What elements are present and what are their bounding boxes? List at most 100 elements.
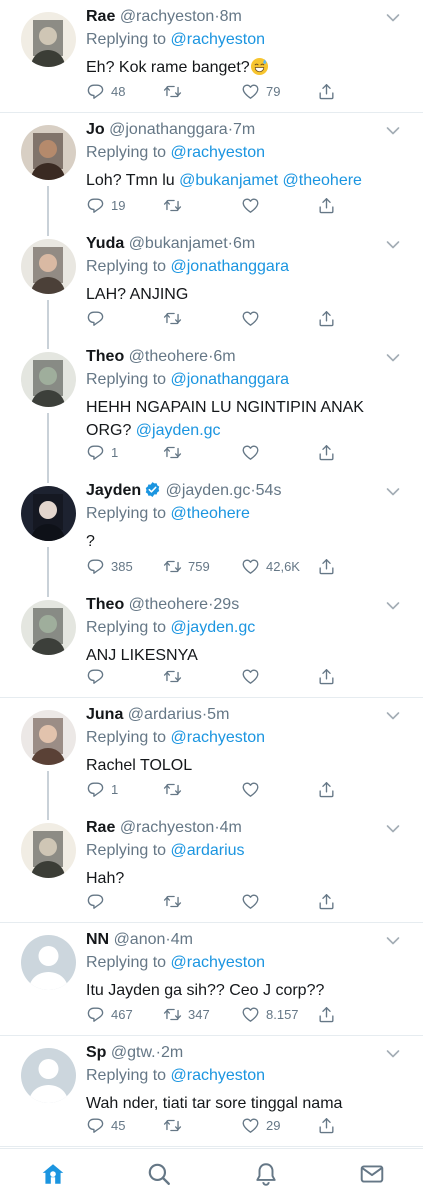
user-handle[interactable]: @jayden.gc — [166, 482, 251, 499]
avatar[interactable] — [21, 239, 76, 294]
like-button[interactable]: 29 — [241, 1114, 280, 1136]
user-handle[interactable]: @gtw. — [111, 1044, 156, 1061]
reply-button[interactable]: 467 — [86, 1003, 133, 1025]
chevron-down-icon[interactable] — [386, 711, 400, 721]
replying-to-link[interactable]: @ardarius — [171, 842, 245, 859]
display-name[interactable]: Yuda — [86, 235, 124, 252]
avatar[interactable] — [21, 600, 76, 655]
like-button[interactable] — [241, 778, 260, 800]
user-handle[interactable]: @ardarius — [128, 706, 202, 723]
tab-home[interactable] — [40, 1161, 66, 1187]
timestamp[interactable]: 2m — [161, 1044, 183, 1061]
mention-link[interactable]: @jayden.gc — [136, 422, 221, 439]
reply-tweet[interactable]: Sp @gtw.·2m Replying to @rachyeston Wah nd… — [0, 1036, 423, 1147]
reply-button[interactable] — [86, 665, 105, 687]
display-name[interactable]: Jayden — [86, 482, 141, 499]
like-button[interactable]: 8.157 — [241, 1003, 299, 1025]
display-name[interactable]: Theo — [86, 348, 124, 365]
replying-to-link[interactable]: @rachyeston — [171, 729, 266, 746]
share-button[interactable] — [317, 555, 336, 577]
display-name[interactable]: NN — [86, 931, 109, 948]
replying-to-link[interactable]: @rachyeston — [171, 1067, 266, 1084]
replying-to-link[interactable]: @rachyeston — [171, 144, 266, 161]
like-button[interactable] — [241, 890, 260, 912]
retweet-button[interactable] — [163, 665, 182, 687]
retweet-button[interactable] — [163, 1114, 182, 1136]
replying-to-link[interactable]: @jonathanggara — [171, 371, 290, 388]
chevron-down-icon[interactable] — [386, 13, 400, 23]
reply-button[interactable]: 45 — [86, 1114, 125, 1136]
reply-tweet[interactable]: Juna @ardarius·5m Replying to @rachyeston… — [0, 698, 423, 820]
retweet-button[interactable] — [163, 778, 182, 800]
timestamp[interactable]: 5m — [207, 706, 229, 723]
share-button[interactable] — [317, 665, 336, 687]
replying-to-link[interactable]: @rachyeston — [171, 31, 266, 48]
timestamp[interactable]: 29s — [213, 596, 239, 613]
user-handle[interactable]: @theohere — [129, 596, 208, 613]
chevron-down-icon[interactable] — [386, 487, 400, 497]
display-name[interactable]: Theo — [86, 596, 124, 613]
tab-messages[interactable] — [359, 1161, 385, 1187]
timestamp[interactable]: 4m — [171, 931, 193, 948]
avatar[interactable] — [21, 710, 76, 765]
avatar[interactable] — [21, 352, 76, 407]
display-name[interactable]: Sp — [86, 1044, 106, 1061]
like-button[interactable] — [241, 441, 260, 463]
chevron-down-icon[interactable] — [386, 824, 400, 834]
timestamp[interactable]: 54s — [256, 482, 282, 499]
timestamp[interactable]: 6m — [213, 348, 235, 365]
reply-tweet[interactable]: Yuda @bukanjamet·6m Replying to @jonathan… — [0, 227, 423, 349]
display-name[interactable]: Rae — [86, 8, 115, 25]
tab-notifications[interactable] — [253, 1161, 279, 1187]
reply-tweet[interactable]: Theo @theohere·29s Replying to @jayden.gc… — [0, 588, 423, 698]
share-button[interactable] — [317, 441, 336, 463]
timestamp[interactable]: 7m — [233, 121, 255, 138]
avatar[interactable] — [21, 823, 76, 878]
replying-to-link[interactable]: @theohere — [171, 505, 250, 522]
display-name[interactable]: Juna — [86, 706, 123, 723]
share-button[interactable] — [317, 1114, 336, 1136]
retweet-button[interactable] — [163, 307, 182, 329]
retweet-button[interactable] — [163, 890, 182, 912]
user-handle[interactable]: @theohere — [129, 348, 208, 365]
reply-tweet[interactable]: Theo @theohere·6m Replying to @jonathangg… — [0, 340, 423, 483]
user-handle[interactable]: @bukanjamet — [129, 235, 228, 252]
chevron-down-icon[interactable] — [386, 1049, 400, 1059]
reply-button[interactable]: 48 — [86, 80, 125, 102]
retweet-button[interactable]: 759 — [163, 555, 210, 577]
reply-button[interactable] — [86, 890, 105, 912]
reply-button[interactable]: 19 — [86, 194, 125, 216]
avatar[interactable] — [21, 12, 76, 67]
like-button[interactable] — [241, 665, 260, 687]
like-button[interactable] — [241, 194, 260, 216]
replying-to-link[interactable]: @rachyeston — [171, 954, 266, 971]
avatar[interactable] — [21, 125, 76, 180]
share-button[interactable] — [317, 307, 336, 329]
replying-to-link[interactable]: @jayden.gc — [171, 619, 256, 636]
chevron-down-icon[interactable] — [386, 240, 400, 250]
user-handle[interactable]: @rachyeston — [120, 819, 215, 836]
mention-link[interactable]: @theohere — [283, 172, 362, 189]
like-button[interactable]: 79 — [241, 80, 280, 102]
avatar[interactable] — [21, 1048, 76, 1103]
display-name[interactable]: Jo — [86, 121, 105, 138]
timestamp[interactable]: 8m — [220, 8, 242, 25]
reply-tweet[interactable]: Jo @jonathanggara·7m Replying to @rachyes… — [0, 113, 423, 236]
tab-search[interactable] — [146, 1161, 172, 1187]
reply-button[interactable] — [86, 307, 105, 329]
timestamp[interactable]: 6m — [233, 235, 255, 252]
retweet-button[interactable] — [163, 441, 182, 463]
timestamp[interactable]: 4m — [220, 819, 242, 836]
mention-link[interactable]: @bukanjamet — [179, 172, 278, 189]
user-handle[interactable]: @rachyeston — [120, 8, 215, 25]
reply-tweet[interactable]: Rae @rachyeston·8m Replying to @rachyesto… — [0, 0, 423, 113]
display-name[interactable]: Rae — [86, 819, 115, 836]
like-button[interactable]: 42,6K — [241, 555, 300, 577]
reply-button[interactable]: 385 — [86, 555, 133, 577]
chevron-down-icon[interactable] — [386, 126, 400, 136]
avatar[interactable] — [21, 935, 76, 990]
share-button[interactable] — [317, 80, 336, 102]
retweet-button[interactable] — [163, 194, 182, 216]
share-button[interactable] — [317, 1003, 336, 1025]
user-handle[interactable]: @anon — [114, 931, 166, 948]
